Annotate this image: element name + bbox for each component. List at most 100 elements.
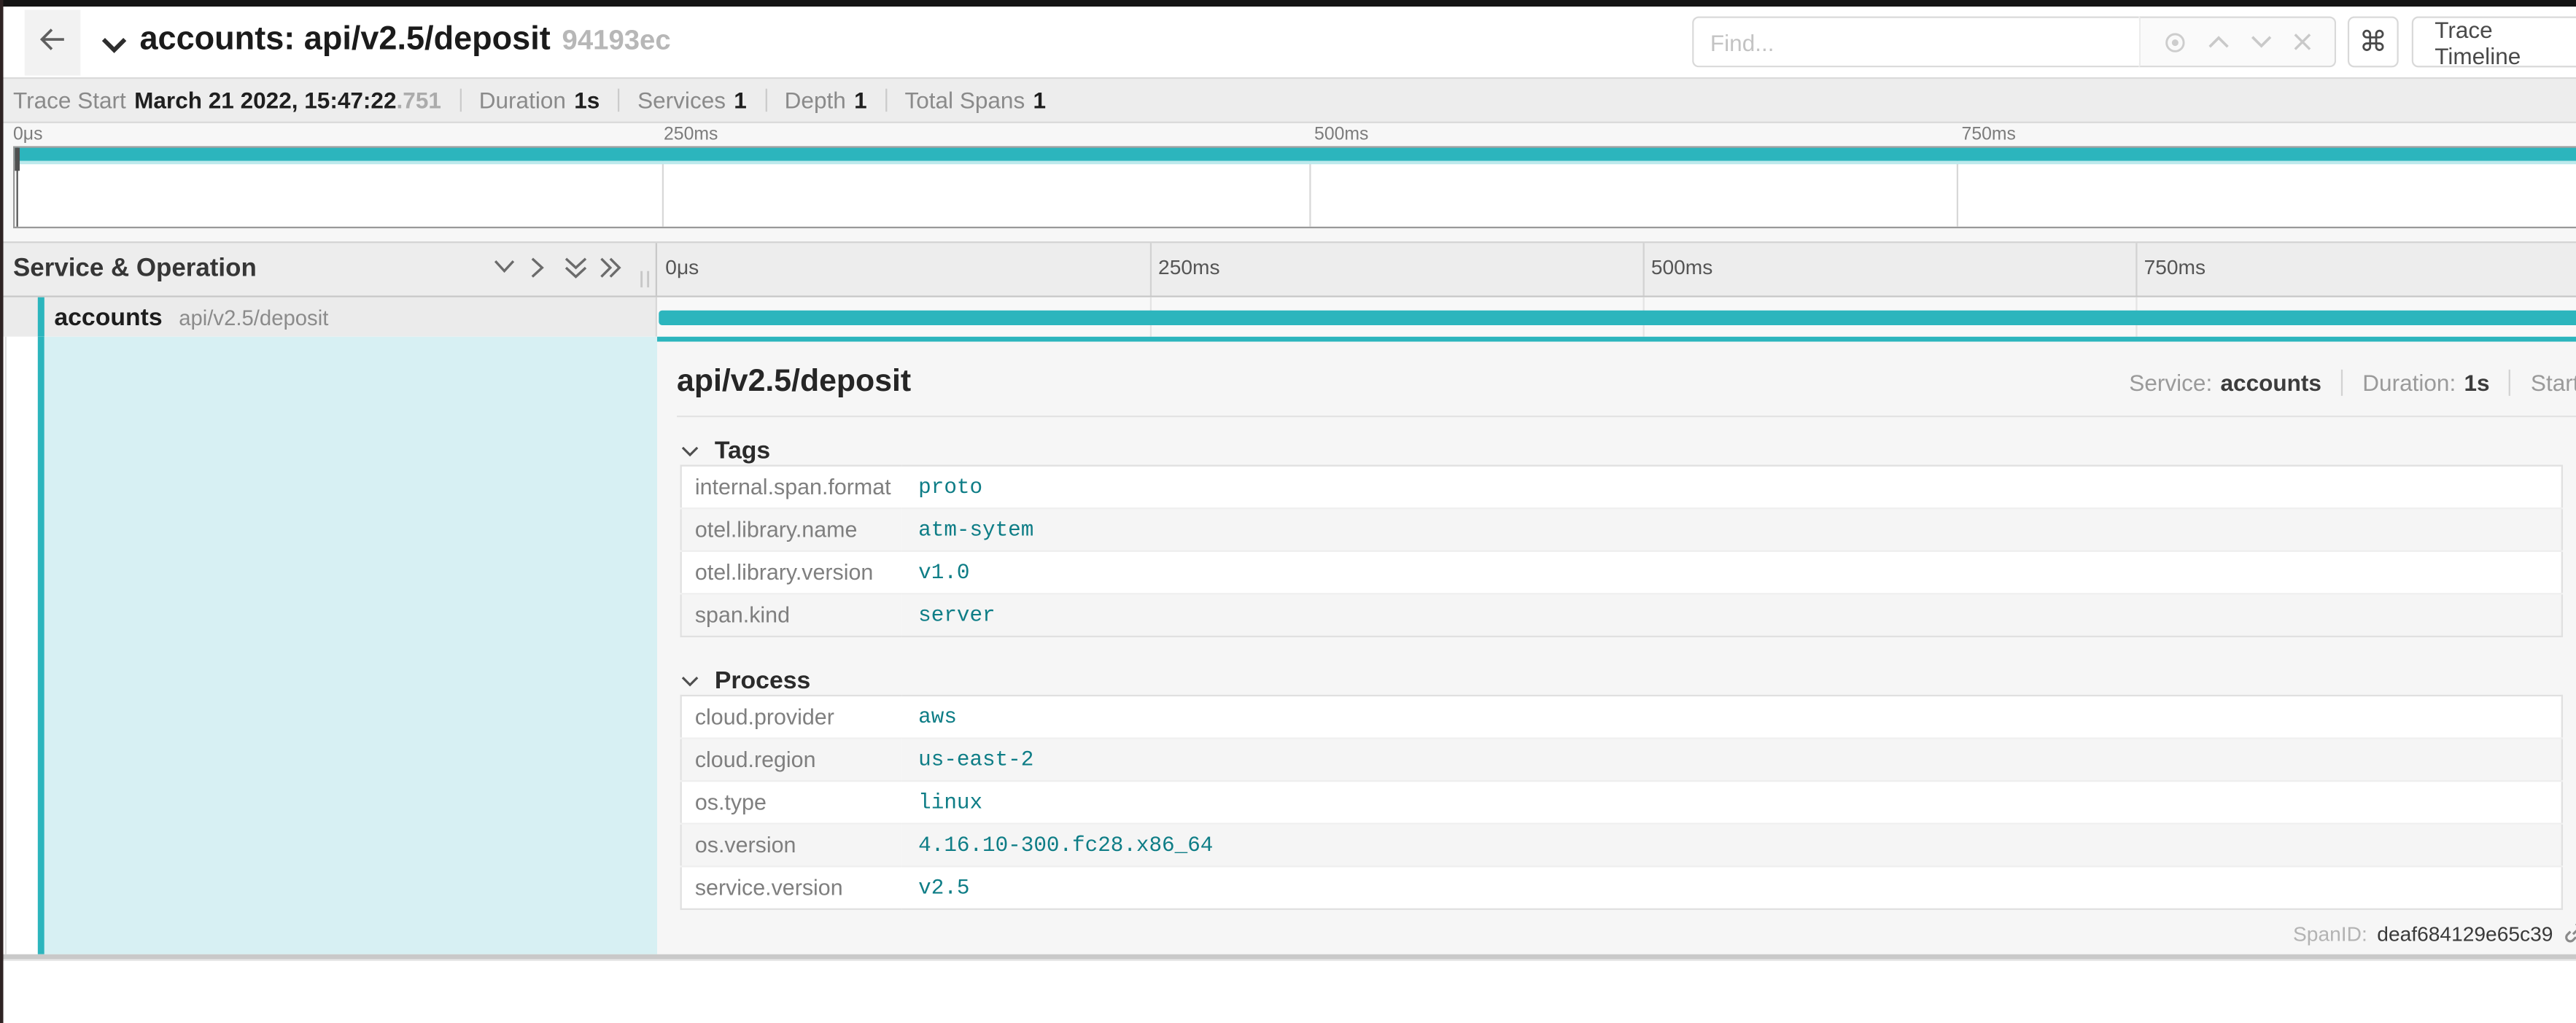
minimap-tick: 0μs (13, 125, 42, 144)
chevron-right-icon[interactable] (529, 254, 547, 281)
span-operation-name: api/v2.5/deposit (179, 305, 328, 330)
table-row: otel.library.nameatm-sytem (681, 508, 2562, 551)
table-row: cloud.provideraws (681, 696, 2562, 739)
prev-result-chevron-up-icon[interactable] (2206, 34, 2231, 49)
service-label: Service: (2129, 370, 2212, 396)
chevron-down-icon[interactable] (492, 258, 518, 276)
trace-view-selector[interactable]: Trace Timeline (2412, 17, 2576, 68)
span-timeline-cell[interactable] (657, 297, 2576, 337)
service-operation-title: Service & Operation (13, 254, 257, 284)
timeline-ticks-header: 0μs 250ms 500ms 750ms (657, 243, 2576, 295)
process-section-toggle[interactable]: Process (680, 665, 2576, 695)
table-row: os.version4.16.10-300.fc28.x86_64 (681, 824, 2562, 867)
page-title: accounts: api/v2.5/deposit 94193ec (139, 21, 670, 59)
span-detail-row: api/v2.5/deposit Service: accounts Durat… (0, 337, 2576, 954)
find-input[interactable] (1692, 17, 2139, 68)
screen-left-edge (0, 0, 4, 1023)
process-key: os.version (681, 824, 902, 867)
next-result-chevron-down-icon[interactable] (2249, 34, 2274, 49)
span-operation-title: api/v2.5/deposit (677, 365, 911, 399)
timeline-header: Service & Operation 0μs 250ms 500ms (0, 241, 2576, 297)
divider (2510, 370, 2511, 396)
minimap-scrubber-handle[interactable] (15, 148, 20, 171)
process-value: linux (902, 781, 2562, 824)
locate-span-icon[interactable] (2162, 28, 2188, 55)
command-icon: ⌘ (2359, 26, 2387, 58)
process-table: cloud.provideraws cloud.regionus-east-2 … (680, 695, 2563, 910)
trace-start-millis: .751 (397, 87, 441, 113)
table-row: service.versionv2.5 (681, 866, 2562, 909)
divider (459, 89, 461, 112)
span-name-cell[interactable]: accounts api/v2.5/deposit (0, 297, 657, 337)
trace-id-short: 94193ec (562, 25, 671, 56)
depth-label: Depth (785, 87, 846, 113)
rows-left-border (5, 337, 7, 954)
tag-key: span.kind (681, 594, 902, 637)
process-key: os.type (681, 781, 902, 824)
divider (2341, 370, 2343, 396)
clear-search-close-icon[interactable] (2292, 31, 2313, 52)
chevron-down-icon (680, 666, 700, 693)
timeline-gridline (2135, 243, 2137, 295)
tag-value: server (902, 594, 2562, 637)
back-button[interactable] (25, 10, 81, 76)
trace-header: accounts: api/v2.5/deposit 94193ec ⌘ Trac… (0, 7, 2576, 77)
process-value: us-east-2 (902, 739, 2562, 782)
table-row: otel.library.versionv1.0 (681, 551, 2562, 594)
duration-value: 1s (2464, 370, 2490, 396)
find-controls (2139, 17, 2336, 68)
minimap-tick: 500ms (1314, 125, 1368, 144)
span-row[interactable]: accounts api/v2.5/deposit (0, 297, 2576, 337)
top-black-bar (0, 0, 2576, 7)
span-service-name: accounts (54, 303, 162, 331)
double-chevron-right-icon[interactable] (598, 254, 624, 281)
table-row: cloud.regionus-east-2 (681, 739, 2562, 782)
trace-minimap: 0μs 250ms 500ms 750ms (0, 123, 2576, 241)
trace-name: accounts: api/v2.5/deposit (139, 21, 550, 58)
process-key: cloud.region (681, 739, 902, 782)
column-resizer-grip[interactable] (637, 266, 652, 296)
span-detail-header: api/v2.5/deposit Service: accounts Durat… (677, 365, 2576, 404)
section-bottom-divider (0, 954, 2576, 961)
services-label: Services (637, 87, 726, 113)
minimap-tick: 250ms (664, 125, 718, 144)
process-value: v2.5 (902, 866, 2562, 909)
deep-link-icon[interactable] (2553, 919, 2576, 947)
minimap-tick: 750ms (1962, 125, 2016, 144)
trace-view-selector-label: Trace Timeline (2435, 15, 2576, 68)
total-spans-label: Total Spans (904, 87, 1025, 113)
span-name: accounts api/v2.5/deposit (54, 303, 328, 331)
trace-start-label: Trace Start (13, 87, 126, 113)
tags-section-toggle[interactable]: Tags (680, 435, 2576, 465)
tag-key: otel.library.name (681, 508, 902, 551)
duration-value: 1s (574, 87, 600, 113)
divider (765, 89, 767, 112)
process-section-title: Process (715, 666, 810, 693)
start-time-label: Start Time: (2531, 370, 2576, 396)
back-arrow-icon (38, 26, 68, 60)
span-duration-bar[interactable] (659, 310, 2576, 324)
collapse-trace-chevron-icon[interactable] (100, 33, 128, 63)
minimap-span-bar-shadow (15, 161, 2576, 165)
timeline-tick: 500ms (1651, 256, 1713, 279)
span-detail-left-column[interactable] (0, 337, 657, 954)
tags-table: internal.span.formatproto otel.library.n… (680, 464, 2563, 637)
span-id-row: SpanID: deaf684129e65c39 (2293, 919, 2576, 947)
timeline-tick: 250ms (1158, 256, 1220, 279)
span-detail-accent-area[interactable] (44, 337, 657, 954)
minimap-canvas[interactable] (13, 146, 2576, 228)
tag-value: v1.0 (902, 551, 2562, 594)
divider (618, 89, 619, 112)
service-operation-header: Service & Operation (0, 243, 657, 295)
timeline-tick: 750ms (2144, 256, 2206, 279)
span-overview: Service: accounts Duration: 1s Start Tim… (2129, 370, 2576, 396)
tag-key: otel.library.version (681, 551, 902, 594)
duration-label: Duration: (2362, 370, 2456, 396)
services-value: 1 (734, 87, 747, 113)
timeline-gridline (1150, 243, 1152, 295)
keyboard-shortcuts-button[interactable]: ⌘ (2348, 17, 2399, 68)
double-chevron-down-icon[interactable] (562, 256, 589, 281)
span-detail-panel: api/v2.5/deposit Service: accounts Durat… (657, 337, 2576, 954)
minimap-span-bar (15, 148, 2576, 161)
service-color-stripe (37, 297, 44, 337)
